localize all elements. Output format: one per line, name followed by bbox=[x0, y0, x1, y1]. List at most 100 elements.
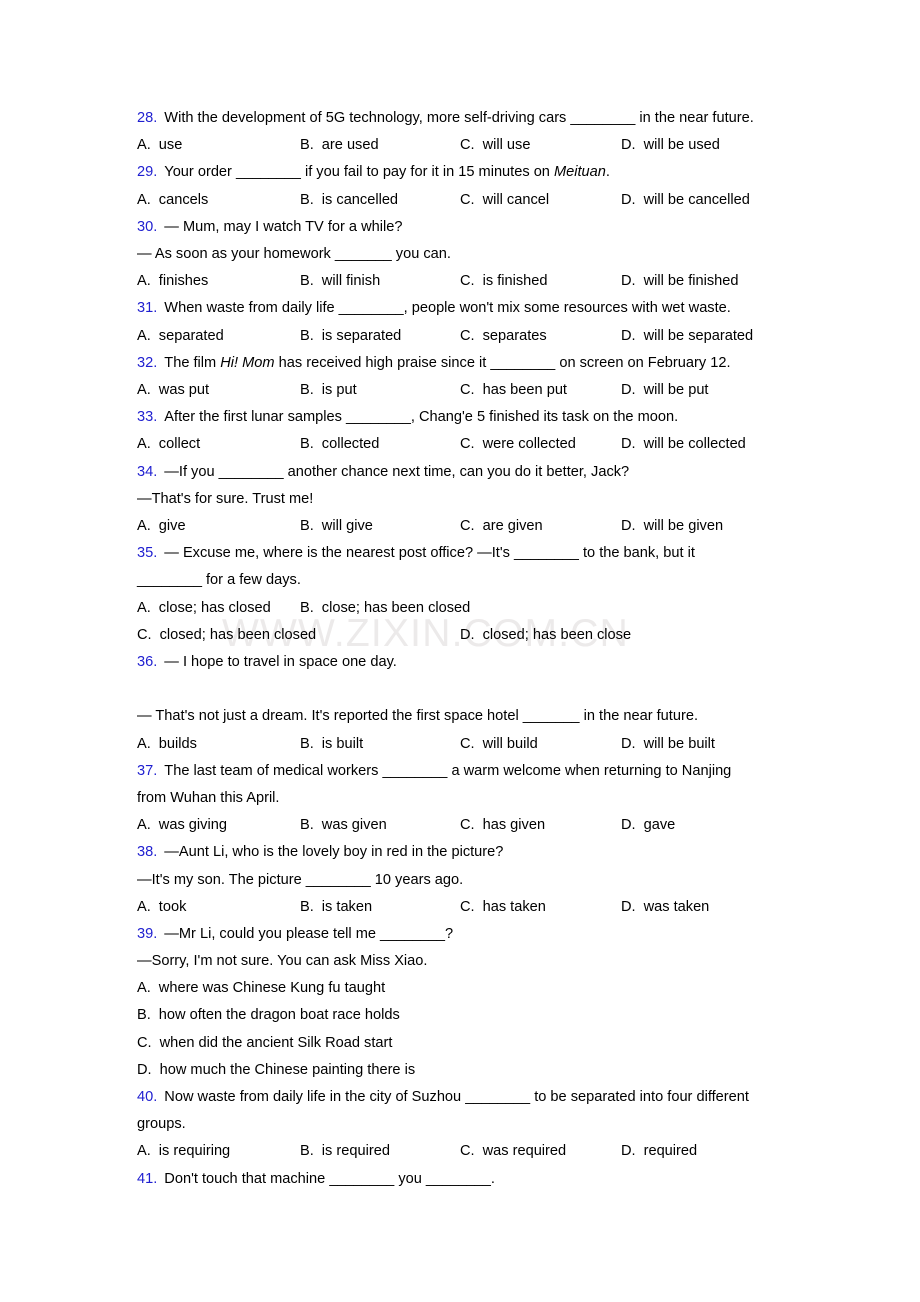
option-c[interactable]: C. will use bbox=[460, 132, 530, 159]
option-b-text: is built bbox=[321, 735, 364, 752]
option-d-label: D. bbox=[621, 517, 636, 534]
options-row: A. finishes B. will finish C. is finished D… bbox=[137, 268, 782, 295]
option-b-text: is put bbox=[321, 381, 357, 398]
option-b[interactable]: B. is cancelled bbox=[300, 187, 398, 214]
question-stem: 33. After the first lunar samples _______… bbox=[137, 404, 782, 431]
option-b[interactable]: B. close; has been closed bbox=[300, 595, 470, 622]
question-text: After the first lunar samples ________, … bbox=[164, 409, 679, 426]
question-text: The last team of medical workers _______… bbox=[164, 762, 732, 779]
option-c[interactable]: C. has given bbox=[460, 812, 545, 839]
option-d-label: D. bbox=[621, 381, 636, 398]
option-a[interactable]: A. is requiring bbox=[137, 1138, 230, 1165]
option-c[interactable]: C. were collected bbox=[460, 431, 576, 458]
option-b[interactable]: B. is put bbox=[300, 377, 357, 404]
option-a-label: A. bbox=[137, 137, 151, 154]
option-c[interactable]: C. will build bbox=[460, 731, 538, 758]
option-b[interactable]: B. will give bbox=[300, 513, 373, 540]
option-b[interactable]: B. are used bbox=[300, 132, 379, 159]
italic-term: Meituan bbox=[553, 164, 606, 181]
option-d-label: D. bbox=[621, 817, 636, 834]
option-b[interactable]: B. collected bbox=[300, 431, 379, 458]
option-d[interactable]: D. will be cancelled bbox=[621, 187, 750, 214]
options-row: A. is requiring B. is required C. was requi… bbox=[137, 1138, 782, 1165]
option-d-label: D. bbox=[137, 1061, 152, 1078]
option-a[interactable]: A. close; has closed bbox=[137, 595, 271, 622]
question-stem-line2: —That's for sure. Trust me! bbox=[137, 490, 314, 507]
option-d[interactable]: D. will be separated bbox=[621, 323, 753, 350]
option-c[interactable]: C. was required bbox=[460, 1138, 566, 1165]
option-c[interactable]: C. closed; has been closed bbox=[137, 622, 316, 649]
option-a[interactable]: A. builds bbox=[137, 731, 197, 758]
option-d-text: will be collected bbox=[643, 436, 746, 453]
option-d[interactable]: D. closed; has been close bbox=[460, 622, 631, 649]
option-a-text: collect bbox=[158, 436, 201, 453]
option-b-text: is taken bbox=[321, 898, 373, 915]
option-a-text: give bbox=[158, 517, 186, 534]
option-a[interactable]: A. give bbox=[137, 513, 186, 540]
option-a[interactable]: A. cancels bbox=[137, 187, 208, 214]
option-c-text: will build bbox=[482, 735, 538, 752]
option-b[interactable]: B. is built bbox=[300, 731, 363, 758]
option-c-label: C. bbox=[460, 517, 475, 534]
option-d[interactable]: D. gave bbox=[621, 812, 675, 839]
option-a[interactable]: A. separated bbox=[137, 323, 224, 350]
option-d[interactable]: D. will be collected bbox=[621, 431, 746, 458]
option-c-text: separates bbox=[482, 327, 547, 344]
option-row-a: A. where was Chinese Kung fu taught bbox=[137, 975, 782, 1002]
option-a[interactable]: A. took bbox=[137, 894, 186, 921]
option-d[interactable]: D. will be put bbox=[621, 377, 709, 404]
option-a[interactable]: A. was giving bbox=[137, 812, 227, 839]
question-text: The film Hi! Mom has received high prais… bbox=[164, 354, 731, 371]
option-a[interactable]: A. use bbox=[137, 132, 182, 159]
option-d[interactable]: D. will be built bbox=[621, 731, 715, 758]
question-28: 28. With the development of 5G technology… bbox=[137, 105, 782, 159]
question-text: — I hope to travel in space one day. bbox=[164, 653, 397, 670]
option-c[interactable]: C. are given bbox=[460, 513, 543, 540]
option-a[interactable]: A. collect bbox=[137, 431, 200, 458]
options-row-ab: A. close; has closed B. close; has been cl… bbox=[137, 595, 782, 622]
question-number: 38. bbox=[137, 844, 158, 861]
question-stem-line2: groups. bbox=[137, 1116, 186, 1133]
question-33: 33. After the first lunar samples _______… bbox=[137, 404, 782, 458]
option-d[interactable]: D. will be finished bbox=[621, 268, 739, 295]
question-number: 34. bbox=[137, 463, 158, 480]
option-d[interactable]: D. will be given bbox=[621, 513, 723, 540]
option-d[interactable]: D. will be used bbox=[621, 132, 720, 159]
option-d[interactable]: D. was taken bbox=[621, 894, 709, 921]
option-b[interactable]: B. how often the dragon boat race holds bbox=[137, 1002, 400, 1029]
option-c[interactable]: C. separates bbox=[460, 323, 547, 350]
question-29: 29. Your order ________ if you fail to pa… bbox=[137, 159, 782, 213]
option-b[interactable]: B. was given bbox=[300, 812, 387, 839]
question-text: Don't touch that machine ________ you __… bbox=[164, 1170, 495, 1187]
option-c[interactable]: C. has been put bbox=[460, 377, 567, 404]
question-32: 32. The film Hi! Mom has received high pr… bbox=[137, 350, 782, 404]
option-row-c: C. when did the ancient Silk Road start bbox=[137, 1030, 782, 1057]
blank-spacer-line bbox=[137, 676, 782, 703]
question-number: 41. bbox=[137, 1170, 158, 1187]
option-b[interactable]: B. is required bbox=[300, 1138, 390, 1165]
option-a[interactable]: A. finishes bbox=[137, 268, 208, 295]
option-d-text: gave bbox=[643, 817, 676, 834]
option-d[interactable]: D. required bbox=[621, 1138, 697, 1165]
options-row: A. collect B. collected C. were collected D… bbox=[137, 431, 782, 458]
option-d-text: will be used bbox=[643, 137, 720, 154]
option-a[interactable]: A. where was Chinese Kung fu taught bbox=[137, 975, 385, 1002]
option-d-text: will be put bbox=[643, 381, 709, 398]
question-39: 39. —Mr Li, could you please tell me ____… bbox=[137, 921, 782, 1084]
option-c[interactable]: C. will cancel bbox=[460, 187, 549, 214]
option-c[interactable]: C. has taken bbox=[460, 894, 546, 921]
option-b[interactable]: B. will finish bbox=[300, 268, 380, 295]
question-number: 31. bbox=[137, 300, 158, 317]
option-c-label: C. bbox=[460, 817, 475, 834]
option-d-label: D. bbox=[460, 626, 475, 643]
option-c[interactable]: C. when did the ancient Silk Road start bbox=[137, 1030, 392, 1057]
option-b[interactable]: B. is taken bbox=[300, 894, 372, 921]
option-a[interactable]: A. was put bbox=[137, 377, 209, 404]
options-row: A. builds B. is built C. will build D. will … bbox=[137, 731, 782, 758]
question-number: 28. bbox=[137, 110, 158, 126]
option-b-text: how often the dragon boat race holds bbox=[158, 1007, 400, 1024]
option-b[interactable]: B. is separated bbox=[300, 323, 401, 350]
option-b-label: B. bbox=[300, 735, 314, 752]
option-d[interactable]: D. how much the Chinese painting there is bbox=[137, 1057, 415, 1084]
option-c[interactable]: C. is finished bbox=[460, 268, 548, 295]
